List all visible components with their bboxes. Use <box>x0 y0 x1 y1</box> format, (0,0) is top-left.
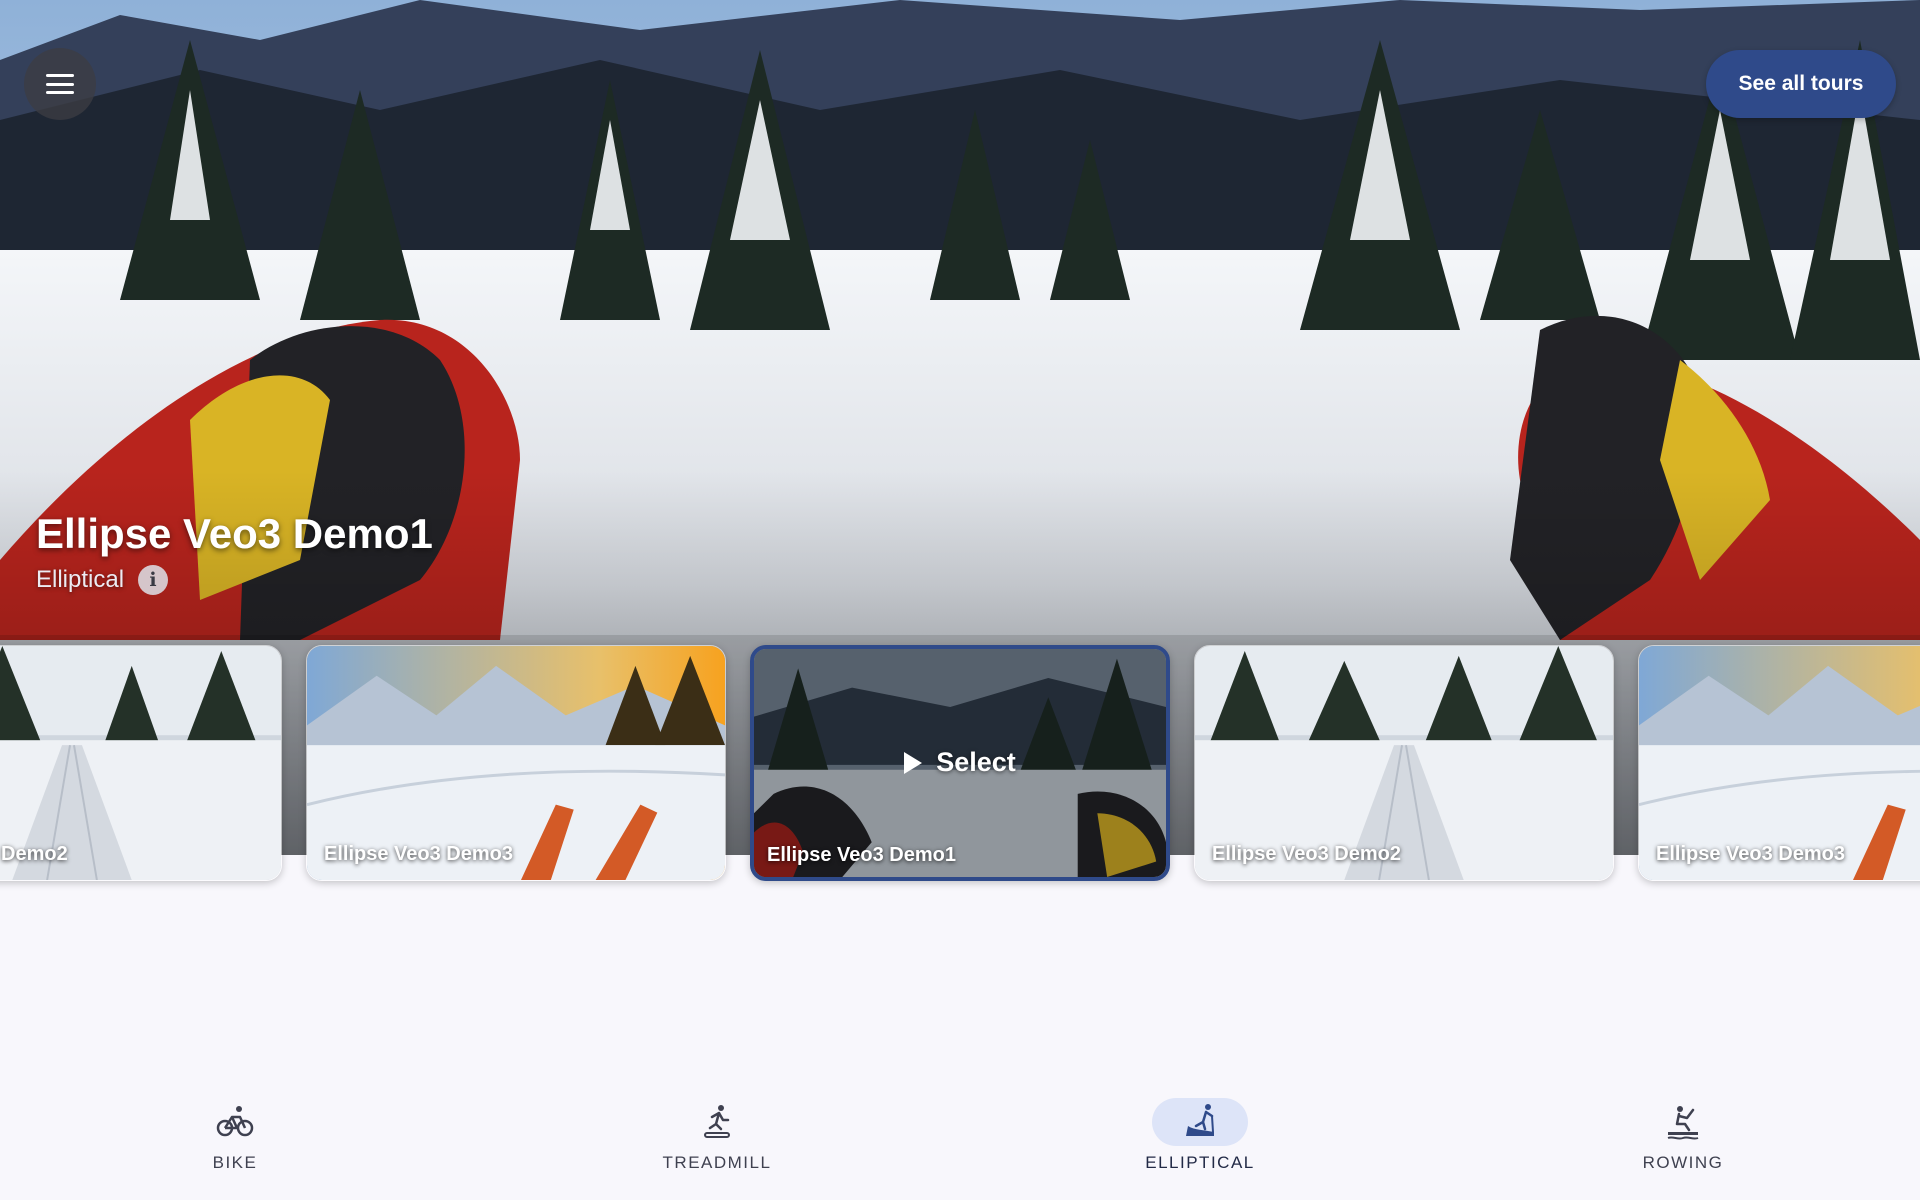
nav-pill <box>669 1098 765 1146</box>
tour-card-title: Ellipse Veo3 Demo3 <box>1656 843 1845 865</box>
tour-card-selected[interactable]: Select Ellipse Veo3 Demo1 <box>750 645 1170 881</box>
nav-item-elliptical[interactable]: ELLIPTICAL <box>1080 1098 1320 1188</box>
menu-button[interactable] <box>24 48 96 120</box>
tour-card-title: Ellipse Veo3 Demo2 <box>1212 843 1401 865</box>
tour-card[interactable]: Ellipse Veo3 Demo3 <box>306 645 726 881</box>
hamburger-menu-icon <box>46 74 74 94</box>
nav-pill <box>187 1098 283 1146</box>
elliptical-icon <box>1186 1104 1214 1136</box>
nav-label: ELLIPTICAL <box>1145 1153 1255 1172</box>
see-all-tours-button[interactable]: See all tours <box>1706 50 1896 118</box>
bottom-navigation: BIKE TREADMILL ELLIPTICAL ROWING <box>0 1090 1920 1200</box>
tour-card[interactable]: Ellipse Veo3 Demo3 <box>1638 645 1920 881</box>
nav-item-treadmill[interactable]: TREADMILL <box>597 1098 837 1188</box>
app-root: See all tours Ellipse Veo3 Demo1 Ellipti… <box>0 0 1920 1200</box>
nav-label: TREADMILL <box>662 1153 772 1172</box>
tour-carousel[interactable]: Demo2 Ellipse Veo3 Demo3 Select Ellipse … <box>0 645 1920 885</box>
nav-pill-active <box>1152 1098 1248 1146</box>
select-overlay[interactable]: Select <box>754 747 1166 778</box>
tour-category: Elliptical <box>36 566 125 593</box>
play-icon <box>904 751 923 774</box>
tour-card-title: Demo2 <box>1 843 68 865</box>
tour-title: Ellipse Veo3 Demo1 <box>36 510 433 557</box>
nav-item-rowing[interactable]: ROWING <box>1563 1098 1803 1188</box>
bike-icon <box>216 1106 254 1137</box>
rowing-icon <box>1667 1106 1699 1140</box>
info-icon[interactable]: i <box>138 565 169 595</box>
treadmill-icon <box>704 1105 730 1138</box>
tour-card[interactable]: Ellipse Veo3 Demo2 <box>1194 645 1614 881</box>
tour-card-title: Ellipse Veo3 Demo1 <box>767 844 956 866</box>
tour-category-row: Elliptical i <box>36 565 169 595</box>
select-label: Select <box>936 747 1016 777</box>
tour-card-title: Ellipse Veo3 Demo3 <box>324 843 513 865</box>
tour-card[interactable]: Demo2 <box>0 645 282 881</box>
nav-pill <box>1635 1098 1731 1146</box>
nav-item-bike[interactable]: BIKE <box>115 1098 355 1188</box>
nav-label: BIKE <box>212 1153 258 1172</box>
nav-label: ROWING <box>1642 1153 1724 1172</box>
